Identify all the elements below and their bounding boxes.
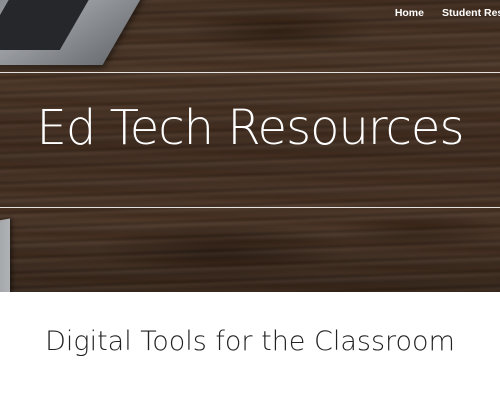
hero-bottom-divider bbox=[0, 207, 500, 208]
hero-top-divider bbox=[0, 72, 500, 73]
hero-banner: Home Student Resou Ed Tech Resources bbox=[0, 0, 500, 292]
hero-title: Ed Tech Resources bbox=[36, 100, 465, 156]
section-heading: Digital Tools for the Classroom bbox=[45, 326, 455, 357]
top-navigation: Home Student Resou bbox=[386, 0, 500, 26]
page: Home Student Resou Ed Tech Resources Dig… bbox=[0, 0, 500, 400]
main-content: Digital Tools for the Classroom bbox=[0, 292, 500, 400]
nav-item-home[interactable]: Home bbox=[386, 7, 433, 19]
nav-item-student-resources[interactable]: Student Resou bbox=[433, 7, 500, 19]
